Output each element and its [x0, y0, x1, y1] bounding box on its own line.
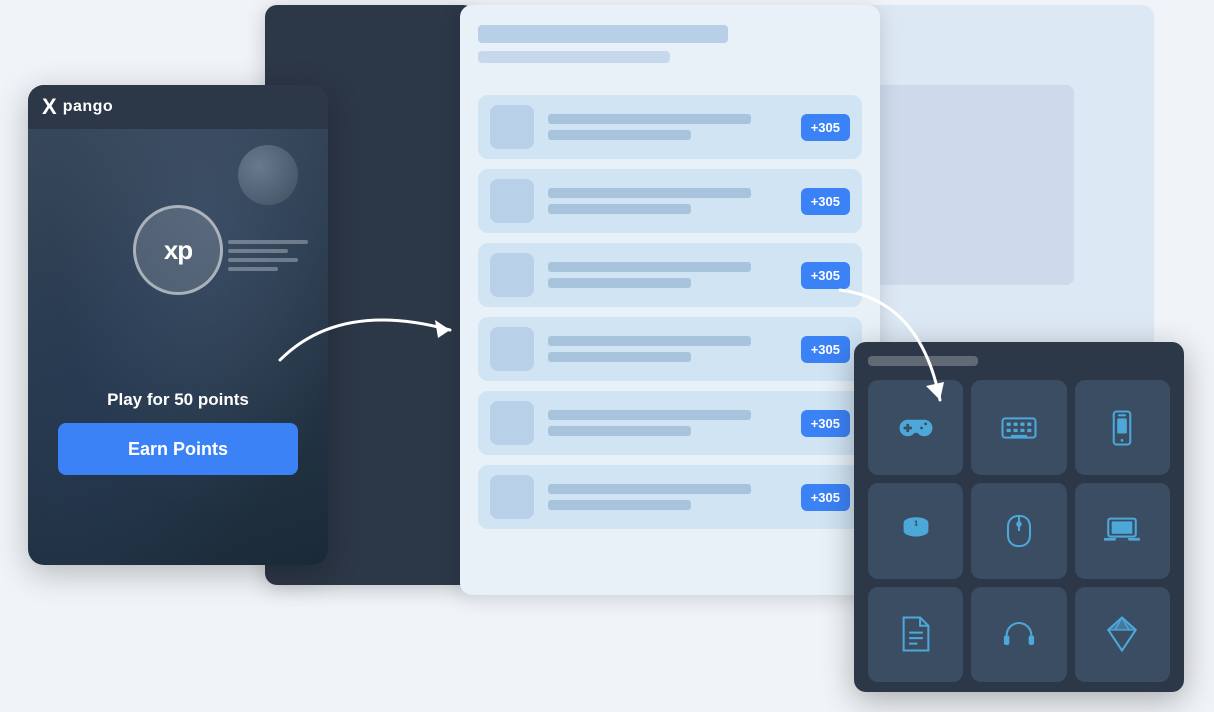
- list-lines: [548, 410, 787, 436]
- keyboard-icon-cell[interactable]: [971, 380, 1066, 475]
- deco-lines: [228, 240, 308, 271]
- mouse-icon: [997, 509, 1041, 553]
- list-line-long: [548, 262, 751, 272]
- list-item[interactable]: +305: [478, 95, 862, 159]
- svg-text:1: 1: [914, 521, 918, 528]
- coins-icon-cell[interactable]: 1: [868, 483, 963, 578]
- diamond-icon-cell[interactable]: [1075, 587, 1170, 682]
- list-thumb: [490, 253, 534, 297]
- list-thumb: [490, 179, 534, 223]
- xp-circle: xp: [133, 205, 223, 295]
- icon-grid-panel: 1: [854, 342, 1184, 692]
- points-badge: +305: [801, 262, 850, 289]
- list-line-long: [548, 336, 751, 346]
- list-item[interactable]: +305: [478, 169, 862, 233]
- list-panel: +305 +305 +305 +3: [460, 5, 880, 595]
- list-line-short: [548, 204, 691, 214]
- points-badge: +305: [801, 114, 850, 141]
- play-for-points-text: Play for 50 points: [28, 390, 328, 410]
- xp-inner-label: xp: [164, 235, 192, 266]
- deco-line-4: [228, 267, 278, 271]
- deco-line-2: [228, 249, 288, 253]
- list-item[interactable]: +305: [478, 391, 862, 455]
- list-line-short: [548, 500, 691, 510]
- keyboard-icon: [997, 406, 1041, 450]
- gamepad-icon: [894, 406, 938, 450]
- phone-background: X pango xp Play for 50 points Earn Point…: [28, 85, 328, 565]
- icon-grid: 1: [868, 380, 1170, 682]
- list-thumb: [490, 401, 534, 445]
- list-line-long: [548, 410, 751, 420]
- mouse-icon-cell[interactable]: [971, 483, 1066, 578]
- list-thumb: [490, 327, 534, 371]
- xpango-x-letter: X: [42, 96, 57, 118]
- points-badge: +305: [801, 410, 850, 437]
- right-bg-inner: [874, 85, 1074, 285]
- xpango-logo: X pango: [42, 96, 113, 118]
- list-item[interactable]: +305: [478, 317, 862, 381]
- points-badge: +305: [801, 336, 850, 363]
- deco-line-1: [228, 240, 308, 244]
- xpango-name: pango: [63, 98, 114, 116]
- list-lines: [548, 188, 787, 214]
- list-thumb: [490, 475, 534, 519]
- list-lines: [548, 262, 787, 288]
- phone-top-bar: X pango: [28, 85, 328, 129]
- list-item[interactable]: +305: [478, 243, 862, 307]
- list-line-long: [548, 114, 751, 124]
- list-line-short: [548, 426, 691, 436]
- document-icon-cell[interactable]: [868, 587, 963, 682]
- laptop-icon: [1100, 509, 1144, 553]
- headphones-icon-cell[interactable]: [971, 587, 1066, 682]
- gamepad-icon-cell[interactable]: [868, 380, 963, 475]
- icon-grid-header-bar: [868, 356, 978, 366]
- list-item[interactable]: +305: [478, 465, 862, 529]
- list-line-short: [548, 278, 691, 288]
- list-header-line2: [478, 51, 670, 63]
- points-badge: +305: [801, 188, 850, 215]
- list-line-short: [548, 352, 691, 362]
- list-line-long: [548, 188, 751, 198]
- mobile-phone-icon-cell[interactable]: [1075, 380, 1170, 475]
- headphones-icon: [997, 612, 1041, 656]
- list-header: [478, 25, 862, 77]
- list-lines: [548, 336, 787, 362]
- earn-points-button[interactable]: Earn Points: [58, 423, 298, 475]
- diamond-icon: [1100, 612, 1144, 656]
- phone-card: X pango xp Play for 50 points Earn Point…: [28, 85, 328, 565]
- deco-sphere: [238, 145, 298, 205]
- scene: X pango xp Play for 50 points Earn Point…: [0, 0, 1214, 712]
- phone-icon: [1100, 406, 1144, 450]
- points-badge: +305: [801, 484, 850, 511]
- coins-icon: 1: [894, 509, 938, 553]
- list-line-short: [548, 130, 691, 140]
- list-lines: [548, 114, 787, 140]
- list-lines: [548, 484, 787, 510]
- list-header-line1: [478, 25, 728, 43]
- document-icon: [894, 612, 938, 656]
- list-thumb: [490, 105, 534, 149]
- list-line-long: [548, 484, 751, 494]
- deco-line-3: [228, 258, 298, 262]
- laptop-icon-cell[interactable]: [1075, 483, 1170, 578]
